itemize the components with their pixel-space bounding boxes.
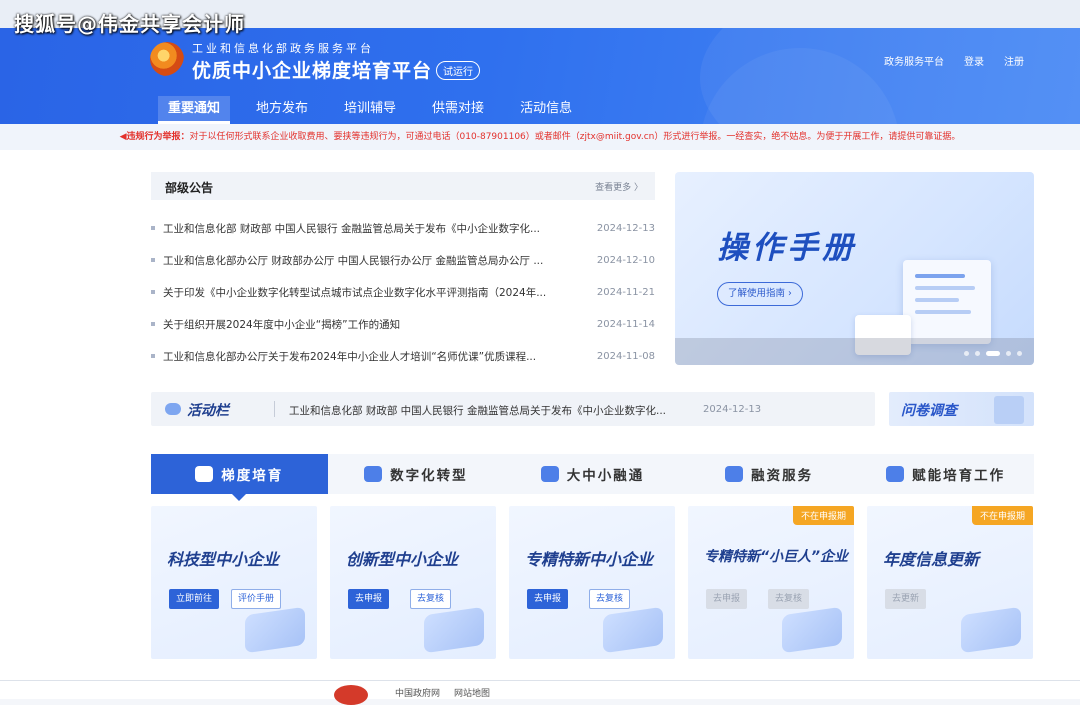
card-specialized-sme[interactable]: 专精特新中小企业 去申报 去复核 (509, 506, 675, 659)
list-item[interactable]: 工业和信息化部办公厅 财政部办公厅 中国人民银行办公厅 金融监管总局办公厅 ..… (151, 244, 655, 276)
status-badge: 不在申报期 (792, 506, 854, 525)
activity-bar: 活动栏 工业和信息化部 财政部 中国人民银行 金融监管总局关于发布《中小企业数字… (151, 392, 875, 426)
illustration (603, 606, 663, 654)
category-icon (886, 466, 905, 482)
illustration (782, 606, 842, 654)
card-title: 专精特新中小企业 (525, 550, 654, 569)
tab-activities[interactable]: 活动信息 (510, 96, 582, 124)
manual-banner[interactable]: 操作手册 了解使用指南 › (675, 172, 1034, 365)
tab-empowerment[interactable]: 赋能培育工作 (857, 454, 1034, 494)
tab-important-notice[interactable]: 重要通知 (158, 96, 231, 124)
register-link[interactable]: 注册 (1004, 53, 1024, 68)
main-content: 部级公告 查看更多 〉 工业和信息化部 财政部 中国人民银行 金融监管总局关于发… (0, 150, 1080, 680)
review-button[interactable]: 去复核 (768, 589, 810, 609)
alert-text: 对于以任何形式联系企业收取费用、要挟等违规行为，可通过电话（010-879011… (189, 132, 961, 142)
category-icon (364, 466, 383, 482)
list-item[interactable]: 关于印发《中小企业数字化转型试点城市试点企业数字化水平评测指南（2024年...… (151, 276, 655, 308)
activity-text[interactable]: 工业和信息化部 财政部 中国人民银行 金融监管总局关于发布《中小企业数字化... (289, 403, 699, 418)
report-alert: ◀违规行为举报：对于以任何形式联系企业收取费用、要挟等违规行为，可通过电话（01… (0, 124, 1080, 150)
cloud-icon (165, 403, 181, 415)
activity-label: 活动栏 (187, 403, 229, 419)
speaker-icon: ◀ (119, 132, 127, 142)
carousel-dot[interactable] (1017, 351, 1022, 356)
list-item[interactable]: 关于组织开展2024年度中小企业“揭榜”工作的通知 2024-11-14 (151, 308, 655, 340)
alert-label: 违规行为举报： (126, 132, 190, 142)
notice-list: 工业和信息化部 财政部 中国人民银行 金融监管总局关于发布《中小企业数字化...… (151, 212, 655, 372)
sitemap-link[interactable]: 网站地图 (454, 686, 490, 699)
divider (274, 401, 275, 417)
carousel-dot[interactable] (975, 351, 980, 356)
top-links: 政务服务平台 登录 注册 (884, 53, 1024, 68)
status-badge: 不在申报期 (971, 506, 1033, 525)
document-illustration (903, 260, 991, 344)
card-little-giant[interactable]: 不在申报期 专精特新“小巨人”企业 去申报 去复核 (688, 506, 854, 659)
apply-button[interactable]: 去申报 (348, 589, 390, 609)
watermark: 搜狐号@伟金共享会计师 (14, 12, 245, 36)
apply-button[interactable]: 去申报 (527, 589, 569, 609)
bullet-icon (151, 322, 155, 326)
card-title: 科技型中小企业 (167, 550, 280, 569)
carousel-dot-active[interactable] (986, 351, 1000, 356)
tab-gradient-cultivation[interactable]: 梯度培育 (151, 454, 328, 501)
clipboard-icon (994, 396, 1024, 424)
link-gov-service[interactable]: 政务服务平台 (884, 53, 944, 68)
site-title[interactable]: 优质中小企业梯度培育平台 (192, 56, 432, 83)
card-title: 年度信息更新 (883, 550, 980, 569)
tab-financing[interactable]: 融资服务 (681, 454, 858, 494)
carousel-dots (964, 351, 1022, 356)
bullet-icon (151, 290, 155, 294)
illustration (245, 606, 305, 654)
main-nav: 重要通知 地方发布 培训辅导 供需对接 活动信息 (158, 96, 598, 124)
login-link[interactable]: 登录 (964, 53, 984, 68)
activity-date: 2024-12-13 (703, 404, 762, 415)
trial-badge: 试运行 (436, 61, 480, 80)
apply-button[interactable]: 去申报 (706, 589, 748, 609)
ministry-subtitle: 工业和信息化部政务服务平台 (192, 42, 374, 55)
site-logo[interactable] (150, 42, 184, 76)
go-now-button[interactable]: 立即前往 (169, 589, 220, 609)
card-title: 专精特新“小巨人”企业 (704, 549, 849, 565)
notice-heading: 部级公告 (165, 181, 214, 195)
illustration (961, 606, 1021, 654)
card-innovative-sme[interactable]: 创新型中小企业 去申报 去复核 (330, 506, 496, 659)
update-button[interactable]: 去更新 (885, 589, 927, 609)
site-header: 工业和信息化部政务服务平台 优质中小企业梯度培育平台 试运行 政务服务平台 登录… (0, 28, 1080, 124)
national-emblem-icon (334, 685, 368, 705)
banner-title: 操作手册 (717, 230, 857, 266)
card-tech-sme[interactable]: 科技型中小企业 立即前往 评价手册 (151, 506, 317, 659)
bullet-icon (151, 258, 155, 262)
bullet-icon (151, 354, 155, 358)
carousel-dot[interactable] (1006, 351, 1011, 356)
survey-button[interactable]: 问卷调查 (889, 392, 1034, 426)
enterprise-cards: 科技型中小企业 立即前往 评价手册 创新型中小企业 去申报 去复核 专精特新中小… (151, 506, 1034, 659)
tab-training[interactable]: 培训辅导 (334, 96, 406, 124)
list-item[interactable]: 工业和信息化部 财政部 中国人民银行 金融监管总局关于发布《中小企业数字化...… (151, 212, 655, 244)
tab-local-release[interactable]: 地方发布 (246, 96, 318, 124)
category-icon (725, 466, 744, 482)
notice-header: 部级公告 查看更多 〉 (151, 172, 655, 200)
manual-button[interactable]: 评价手册 (231, 589, 282, 609)
carousel-bar (675, 338, 1034, 365)
card-annual-update[interactable]: 不在申报期 年度信息更新 去更新 (867, 506, 1033, 659)
review-button[interactable]: 去复核 (589, 589, 631, 609)
carousel-dot[interactable] (964, 351, 969, 356)
review-button[interactable]: 去复核 (410, 589, 452, 609)
guide-button[interactable]: 了解使用指南 › (717, 282, 803, 306)
tab-integration[interactable]: 大中小融通 (504, 454, 681, 494)
tab-digital-transformation[interactable]: 数字化转型 (328, 454, 505, 494)
list-item[interactable]: 工业和信息化部办公厅关于发布2024年中小企业人才培训“名师优课”优质课程...… (151, 340, 655, 372)
category-icon (195, 466, 214, 482)
footer: 中国政府网 网站地图 (0, 680, 1080, 705)
gov-link[interactable]: 中国政府网 (395, 686, 440, 699)
survey-label: 问卷调查 (901, 403, 957, 419)
tab-supply-demand[interactable]: 供需对接 (422, 96, 494, 124)
bullet-icon (151, 226, 155, 230)
category-tabs: 梯度培育 数字化转型 大中小融通 融资服务 赋能培育工作 (151, 454, 1034, 501)
card-title: 创新型中小企业 (346, 550, 459, 569)
view-more-link[interactable]: 查看更多 〉 (595, 180, 643, 193)
illustration (424, 606, 484, 654)
category-icon (540, 466, 559, 482)
